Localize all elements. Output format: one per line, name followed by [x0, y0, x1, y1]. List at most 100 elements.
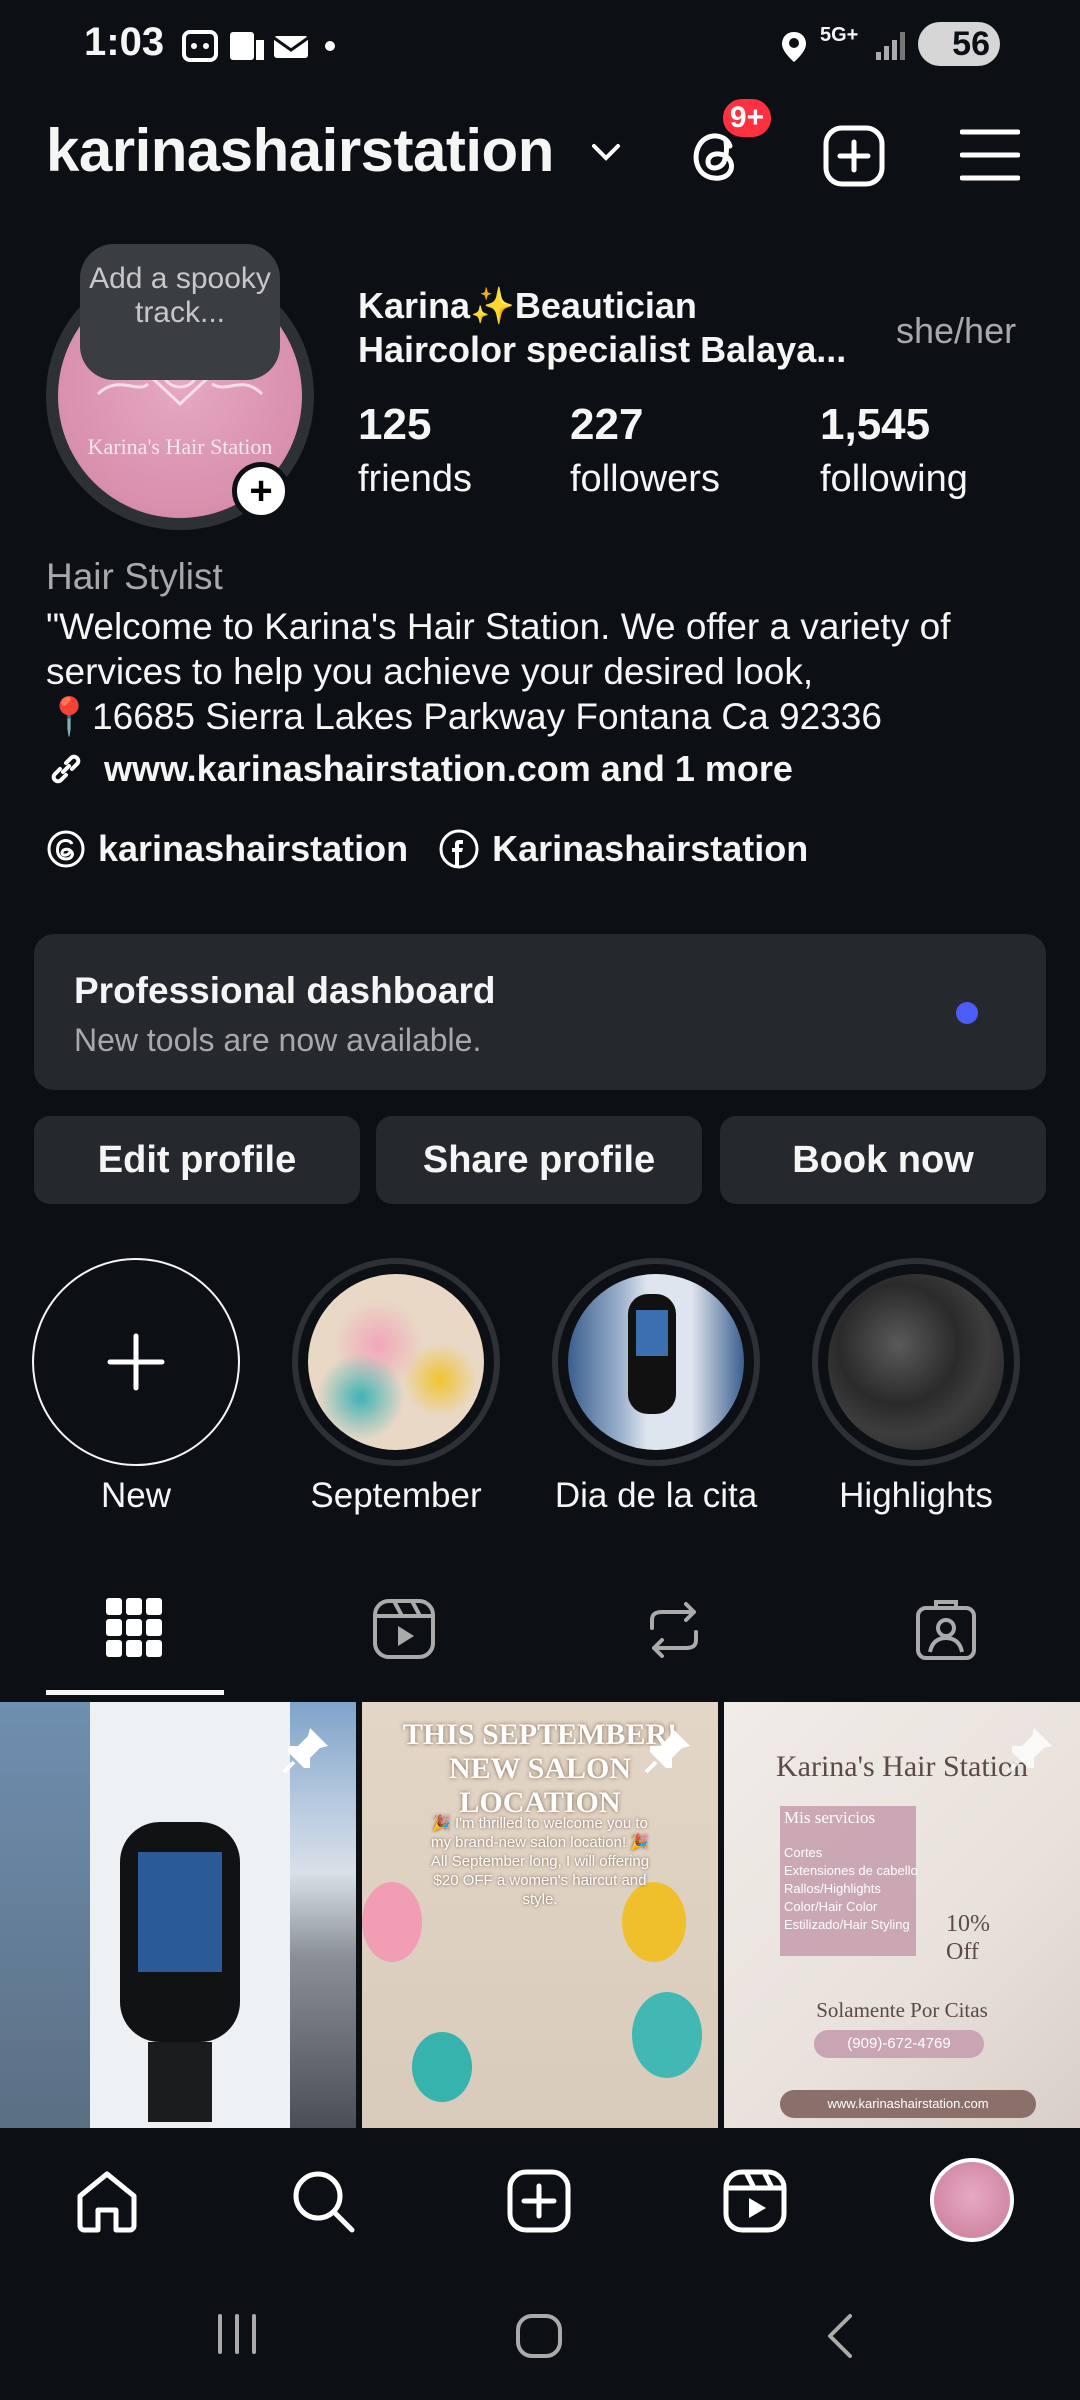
chevron-down-icon[interactable]	[590, 142, 622, 164]
post-thumbnail[interactable]: Karina's Hair Station Mis servicios Cort…	[724, 1702, 1080, 2128]
tab-reels[interactable]	[372, 1598, 436, 1660]
post-body: 🎉 I'm thrilled to welcome you to my bran…	[430, 1815, 650, 1908]
status-time: 1:03	[84, 20, 165, 64]
friends-label[interactable]: friends	[358, 458, 472, 501]
display-name-line1: Karina✨Beautician	[358, 285, 697, 326]
website-link-text: www.karinashairstation.com and 1 more	[104, 748, 793, 789]
services-list: Cortes Extensiones de cabello Rallos/Hig…	[784, 1844, 944, 1934]
note-bubble[interactable]: Add a spooky track...	[80, 244, 280, 380]
pin-icon	[644, 1728, 690, 1774]
bottom-nav	[0, 2128, 1080, 2268]
reels-nav-icon[interactable]	[722, 2168, 788, 2234]
service-item: Cortes	[784, 1845, 823, 1860]
system-nav-bar	[0, 2268, 1080, 2400]
service-item: Extensiones de cabello	[784, 1863, 918, 1878]
back-icon[interactable]	[822, 2312, 856, 2360]
menu-icon[interactable]	[960, 128, 1020, 182]
bio: "Welcome to Karina's Hair Station. We of…	[46, 604, 1056, 739]
phone-pill: (909)-672-4769	[814, 2030, 984, 2058]
highlight-september[interactable]: September	[292, 1258, 500, 1516]
home-button-icon[interactable]	[514, 2312, 564, 2360]
highlight-highlights[interactable]: Highlights	[812, 1258, 1020, 1516]
bio-line: "Welcome to Karina's Hair Station. We of…	[46, 606, 951, 647]
followers-count[interactable]: 227	[570, 400, 643, 450]
link-icon	[46, 749, 86, 789]
create-icon[interactable]	[822, 124, 886, 188]
share-profile-button[interactable]: Share profile	[376, 1116, 702, 1204]
threads-handle: karinashairstation	[98, 828, 409, 869]
highlight-label: New	[100, 1476, 172, 1515]
web-pill: www.karinashairstation.com	[780, 2090, 1036, 2118]
threads-small-icon	[46, 829, 86, 869]
note-text: Add a spooky track...	[89, 262, 271, 329]
reels-icon	[373, 1599, 435, 1659]
dashboard-title: Professional dashboard	[74, 970, 496, 1011]
professional-dashboard[interactable]: Professional dashboard New tools are now…	[34, 934, 1046, 1090]
service-item: Color/Hair Color	[784, 1899, 878, 1914]
category-label: Hair Stylist	[46, 556, 223, 597]
highlight-cover	[812, 1258, 1020, 1466]
facebook-icon	[438, 828, 480, 870]
highlight-new[interactable]: New	[32, 1258, 240, 1516]
bio-line: services to help you achieve your desire…	[46, 651, 814, 692]
profile-nav-avatar[interactable]	[930, 2158, 1014, 2242]
pronouns: she/her	[896, 310, 1017, 351]
home-icon[interactable]	[74, 2168, 140, 2234]
username: karinashairstation	[46, 117, 554, 184]
display-name: Karina✨Beautician Haircolor specialist B…	[358, 284, 846, 372]
tab-reposts[interactable]	[644, 1598, 704, 1662]
highlight-label: September	[310, 1476, 482, 1515]
following-count[interactable]: 1,545	[820, 400, 930, 450]
highlight-label: Dia de la cita	[554, 1476, 758, 1515]
pin-icon	[1006, 1728, 1052, 1774]
bio-line: 📍16685 Sierra Lakes Parkway Fontana Ca 9…	[46, 696, 882, 737]
threads-link[interactable]: karinashairstation	[46, 828, 408, 870]
new-indicator-dot	[956, 1002, 978, 1024]
dashboard-subtitle: New tools are now available.	[74, 1022, 482, 1058]
facebook-link[interactable]: Karinashairstation	[438, 828, 808, 870]
display-name-line2: Haircolor specialist Balaya...	[358, 329, 847, 370]
add-story-icon[interactable]: +	[232, 462, 290, 520]
signal-icon	[874, 30, 908, 62]
plus-icon	[107, 1333, 165, 1391]
grid-icon	[106, 1598, 162, 1657]
service-item: Rallos/Highlights	[784, 1881, 881, 1896]
notification-icons	[180, 26, 340, 66]
followers-label[interactable]: followers	[570, 458, 720, 501]
highlight-cover	[292, 1258, 500, 1466]
discount-text: 10% Off	[946, 1911, 990, 1965]
tab-tagged[interactable]	[914, 1598, 978, 1662]
avatar-logo-text: Karina's Hair Station	[87, 434, 273, 459]
network-icon: 5G+	[820, 24, 859, 46]
pin-icon	[282, 1728, 328, 1774]
book-now-button[interactable]: Book now	[720, 1116, 1046, 1204]
tagged-icon	[916, 1600, 976, 1660]
tab-grid[interactable]	[106, 1598, 162, 1658]
recent-apps-icon[interactable]	[214, 2312, 260, 2356]
post-thumbnail[interactable]: THIS SEPTEMBER! NEW SALON LOCATION 🎉 I'm…	[362, 1702, 718, 2128]
highlight-dia-de-la-cita[interactable]: Dia de la cita	[552, 1258, 760, 1516]
create-post-icon[interactable]	[506, 2168, 572, 2234]
battery-level: 56	[952, 24, 990, 63]
location-icon	[780, 30, 808, 64]
post-subtitle: Mis servicios	[784, 1808, 876, 1827]
following-label[interactable]: following	[820, 458, 968, 501]
appointment-text: Solamente Por Citas	[816, 1998, 988, 2022]
service-item: Estilizado/Hair Styling	[784, 1917, 910, 1932]
highlight-label: Highlights	[839, 1476, 993, 1515]
status-bar: 1:03 5G+ 56	[0, 0, 1080, 86]
search-icon[interactable]	[290, 2168, 356, 2234]
notification-badge: 9+	[720, 96, 774, 140]
repost-icon	[650, 1602, 698, 1658]
active-tab-indicator	[46, 1690, 224, 1695]
battery-indicator: 56	[918, 22, 1000, 66]
highlight-cover	[552, 1258, 760, 1466]
post-thumbnail[interactable]	[0, 1702, 356, 2128]
website-link[interactable]: www.karinashairstation.com and 1 more	[46, 748, 793, 790]
account-switcher[interactable]: karinashairstation	[46, 116, 554, 185]
friends-count[interactable]: 125	[358, 400, 431, 450]
facebook-handle: Karinashairstation	[492, 828, 809, 869]
edit-profile-button[interactable]: Edit profile	[34, 1116, 360, 1204]
social-links: karinashairstation Karinashairstation	[46, 828, 838, 870]
new-highlight-circle	[32, 1258, 240, 1466]
